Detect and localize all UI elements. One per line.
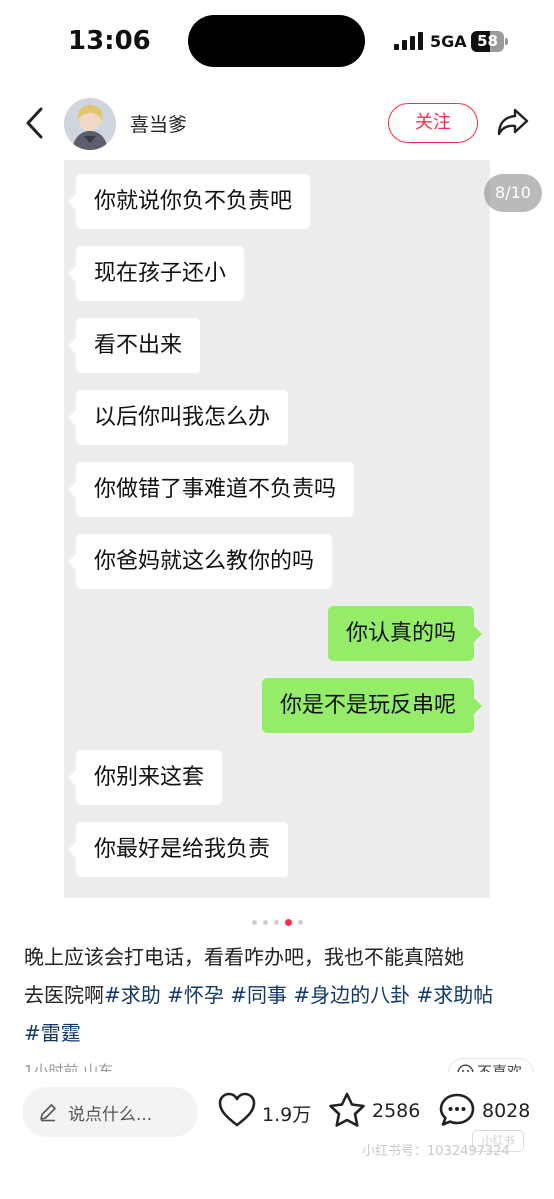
comment-count: 8028 [482, 1100, 531, 1122]
share-icon [497, 108, 529, 136]
pencil-icon [40, 1104, 56, 1122]
image-carousel[interactable]: 你就说你负不负责吧 现在孩子还小 看不出来 以后你叫我怎么办 你做错了事难道不负… [64, 160, 490, 898]
chat-bubble-sent: 你认真的吗 [327, 606, 483, 661]
heart-icon [218, 1092, 256, 1127]
carousel-dot[interactable] [251, 920, 257, 925]
comment-input[interactable]: 说点什么... [22, 1087, 198, 1137]
hashtag[interactable]: #求助帖 [417, 983, 494, 1007]
chat-bubble-received: 以后你叫我怎么办 [67, 390, 289, 445]
back-button[interactable] [22, 106, 48, 140]
battery-level: 58 [477, 32, 498, 50]
hashtag[interactable]: #雷霆 [24, 1021, 81, 1045]
hashtag[interactable]: #同事 [230, 983, 287, 1007]
network-label: 5GA [430, 32, 467, 51]
chat-bubble-sent: 你是不是玩反串呢 [261, 678, 483, 733]
follow-button[interactable]: 关注 [388, 103, 478, 143]
battery-icon: 58 [471, 31, 508, 52]
dynamic-island [188, 15, 365, 67]
status-bar: 13:06 5GA 58 [0, 0, 554, 88]
author-name[interactable]: 喜当爹 [130, 110, 187, 137]
signal-icon [394, 32, 424, 50]
carousel-dot-active[interactable] [284, 919, 292, 926]
chat-bubble-received: 你最好是给我负责 [67, 822, 289, 877]
chat-bubble-received: 你爸妈就这么教你的吗 [67, 534, 333, 589]
carousel-dot[interactable] [262, 920, 268, 925]
collect-count: 2586 [372, 1100, 421, 1122]
chat-bubble-received: 现在孩子还小 [67, 246, 245, 301]
star-icon [329, 1092, 365, 1127]
chat-bubble-received: 你就说你负不负责吧 [67, 174, 311, 229]
status-time: 13:06 [68, 26, 151, 56]
carousel-dot[interactable] [297, 920, 303, 925]
caption-text: 晚上应该会打电话，看看咋办吧，我也不能真陪她 [24, 945, 464, 969]
like-button[interactable]: 1.9万 [218, 1090, 314, 1132]
post-caption: 晚上应该会打电话，看看咋办吧，我也不能真陪她 去医院啊#求助 #怀孕 #同事 #… [24, 938, 534, 1052]
caption-text: 去医院啊 [24, 983, 104, 1007]
comment-icon [439, 1093, 475, 1126]
share-button[interactable] [496, 104, 530, 140]
chat-bubble-received: 看不出来 [67, 318, 201, 373]
hashtag[interactable]: #身边的八卦 [293, 983, 410, 1007]
post-header: 喜当爹 关注 [0, 92, 554, 154]
comment-placeholder: 说点什么... [68, 1105, 153, 1125]
chat-bubble-received: 你做错了事难道不负责吗 [67, 462, 355, 517]
comment-button[interactable]: 8028 [438, 1090, 538, 1132]
like-count: 1.9万 [262, 1104, 312, 1126]
chat-bubble-received: 你别来这套 [67, 750, 223, 805]
chevron-left-icon [26, 107, 43, 139]
carousel-dot[interactable] [273, 920, 279, 925]
avatar[interactable] [64, 98, 116, 150]
collect-button[interactable]: 2586 [328, 1090, 424, 1132]
page-indicator: 8/10 [484, 174, 542, 212]
watermark-text: 小红书号：1032497324 [362, 1144, 510, 1159]
hashtag[interactable]: #求助 [104, 983, 161, 1007]
bottom-action-bar: 说点什么... 1.9万 2586 8028 小红书 小红书号：10324973… [0, 1072, 554, 1199]
hashtag[interactable]: #怀孕 [167, 983, 224, 1007]
carousel-dots [0, 912, 554, 926]
